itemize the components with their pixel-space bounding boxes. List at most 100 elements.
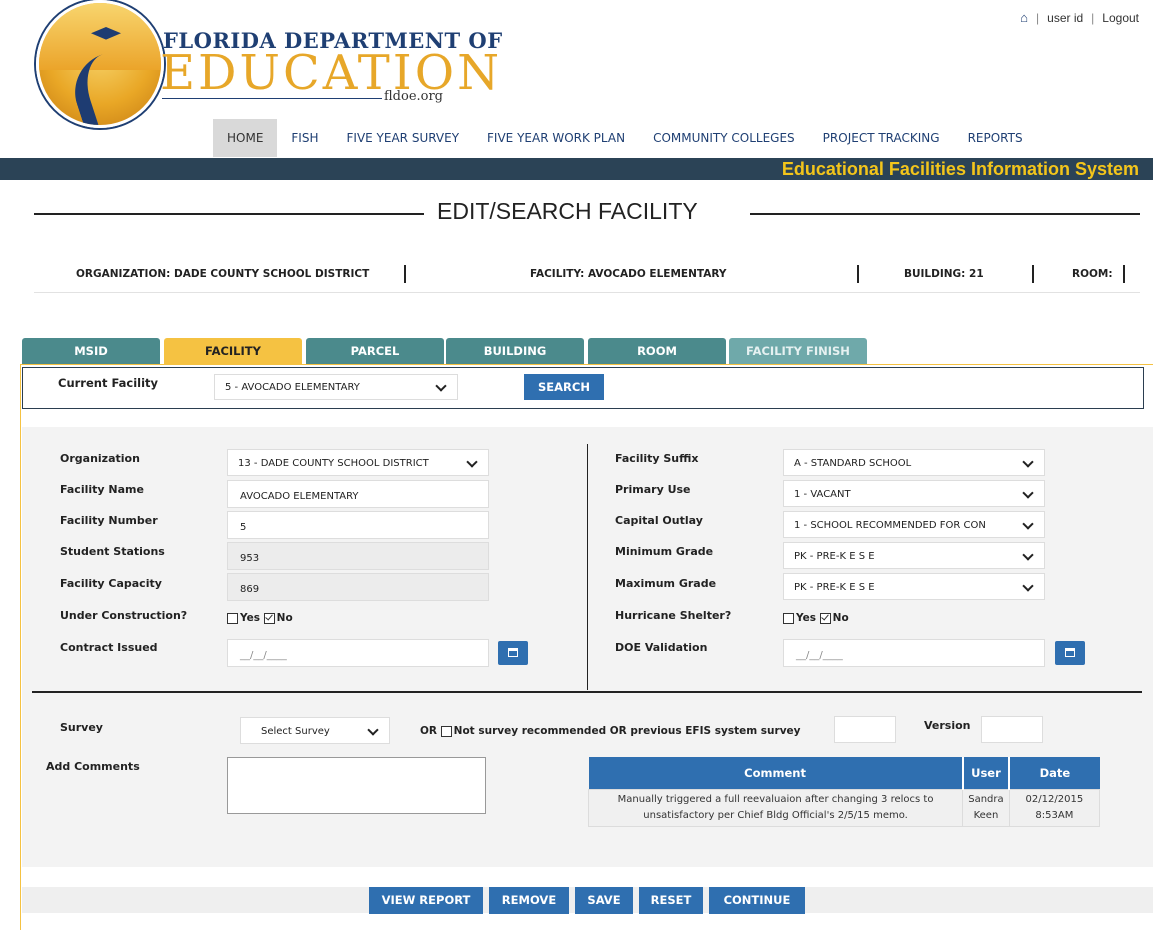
hurricane-shelter-label: Hurricane Shelter?	[615, 609, 732, 622]
chevron-down-icon	[1022, 455, 1034, 468]
save-button[interactable]: SAVE	[575, 887, 633, 914]
chevron-down-icon	[1022, 486, 1034, 499]
calendar-icon[interactable]	[498, 641, 528, 665]
under-construction-yes-checkbox[interactable]	[227, 612, 238, 624]
capital-outlay-label: Capital Outlay	[615, 514, 703, 527]
current-facility-select[interactable]: 5 - AVOCADO ELEMENTARY	[214, 374, 458, 400]
form-section-rule	[32, 691, 1142, 693]
minimum-grade-label: Minimum Grade	[615, 545, 714, 558]
nav-community-colleges[interactable]: COMMUNITY COLLEGES	[639, 119, 809, 157]
doe-validation-input[interactable]: __/__/____	[783, 639, 1045, 667]
facility-suffix-label: Facility Suffix	[615, 452, 699, 465]
survey-select[interactable]: Select Survey	[240, 717, 390, 744]
brand-url: fldoe.org	[384, 89, 444, 104]
main-nav: HOME FISH FIVE YEAR SURVEY FIVE YEAR WOR…	[213, 119, 1037, 157]
title-rule-right	[750, 213, 1140, 215]
yes-label: Yes	[240, 612, 261, 624]
chevron-down-icon	[1022, 579, 1034, 592]
version-input[interactable]	[981, 716, 1043, 743]
user-cell: Sandra Keen	[962, 789, 1010, 827]
nav-five-year-survey[interactable]: FIVE YEAR SURVEY	[333, 119, 474, 157]
comment-cell: Manually triggered a full reevaluaion af…	[587, 789, 964, 827]
student-stations-field: 953	[227, 542, 489, 570]
not-recommended-label: Not survey recommended OR previous EFIS …	[453, 725, 801, 737]
version-label: Version	[924, 719, 971, 732]
content-left-border	[20, 364, 21, 930]
under-construction-label: Under Construction?	[60, 609, 188, 622]
view-report-button[interactable]: VIEW REPORT	[369, 887, 483, 914]
chevron-down-icon	[466, 455, 478, 468]
facility-name-input[interactable]: AVOCADO ELEMENTARY	[227, 480, 489, 508]
nav-five-year-work-plan[interactable]: FIVE YEAR WORK PLAN	[473, 119, 639, 157]
context-facility: FACILITY: AVOCADO ELEMENTARY	[530, 268, 727, 280]
no-label: No	[276, 612, 293, 624]
facility-suffix-select[interactable]: A - STANDARD SCHOOL	[783, 449, 1045, 476]
maximum-grade-label: Maximum Grade	[615, 577, 717, 590]
tab-facility[interactable]: FACILITY	[164, 338, 302, 364]
facility-name-label: Facility Name	[60, 483, 144, 496]
context-divider	[857, 265, 859, 283]
home-icon[interactable]: ⌂	[1020, 10, 1028, 25]
hurricane-yes-checkbox[interactable]	[783, 612, 794, 624]
title-rule-left	[34, 213, 424, 215]
user-id-link[interactable]: user id	[1047, 11, 1083, 25]
comments-table: Comment User Date Manually triggered a f…	[587, 757, 1101, 827]
facility-number-input[interactable]: 5	[227, 511, 489, 539]
calendar-icon[interactable]	[1055, 641, 1085, 665]
brand-education: EDUCATION	[160, 45, 503, 101]
continue-button[interactable]: CONTINUE	[709, 887, 805, 914]
facility-suffix-value: A - STANDARD SCHOOL	[794, 458, 912, 469]
doe-validation-label: DOE Validation	[615, 641, 708, 654]
comment-column-header: Comment	[588, 757, 964, 790]
yes-label: Yes	[796, 612, 817, 624]
page-title: EDIT/SEARCH FACILITY	[437, 198, 698, 224]
chevron-down-icon	[367, 723, 379, 736]
date-cell: 02/12/2015 8:53AM	[1008, 789, 1101, 827]
contract-issued-input[interactable]: __/__/____	[227, 639, 489, 667]
facility-capacity-label: Facility Capacity	[60, 577, 162, 590]
not-recommended-checkbox[interactable]	[440, 725, 452, 737]
chevron-down-icon	[1022, 548, 1034, 561]
add-comments-textarea[interactable]	[227, 757, 486, 814]
separator: |	[1036, 10, 1040, 25]
nav-home[interactable]: HOME	[213, 119, 278, 157]
organization-value: 13 - DADE COUNTY SCHOOL DISTRICT	[238, 458, 429, 469]
table-row: Manually triggered a full reevaluaion af…	[587, 789, 1101, 827]
capital-outlay-select[interactable]: 1 - SCHOOL RECOMMENDED FOR CON	[783, 511, 1045, 538]
nav-project-tracking[interactable]: PROJECT TRACKING	[809, 119, 954, 157]
top-links: ⌂ | user id | Logout	[1020, 10, 1139, 25]
system-banner: Educational Facilities Information Syste…	[0, 158, 1153, 180]
nav-reports[interactable]: REPORTS	[954, 119, 1037, 157]
remove-button[interactable]: REMOVE	[489, 887, 569, 914]
maximum-grade-select[interactable]: PK - PRE-K E S E	[783, 573, 1045, 600]
context-building: BUILDING: 21	[904, 268, 984, 280]
primary-use-label: Primary Use	[615, 483, 691, 496]
reset-button[interactable]: RESET	[639, 887, 703, 914]
date-column-header: Date	[1009, 757, 1100, 790]
current-facility-label: Current Facility	[58, 376, 159, 390]
search-button[interactable]: SEARCH	[524, 374, 604, 400]
under-construction-no-checkbox[interactable]	[263, 612, 275, 624]
survey-select-value: Select Survey	[261, 726, 330, 737]
tab-parcel[interactable]: PARCEL	[306, 338, 444, 364]
previous-survey-input[interactable]	[834, 716, 896, 743]
separator: |	[1091, 10, 1095, 25]
tab-building[interactable]: BUILDING	[446, 338, 584, 364]
fldoe-logo[interactable]	[36, 0, 164, 128]
form-column-divider	[587, 444, 588, 690]
logout-link[interactable]: Logout	[1102, 11, 1139, 25]
primary-use-select[interactable]: 1 - VACANT	[783, 480, 1045, 507]
hurricane-no-checkbox[interactable]	[819, 612, 831, 624]
tab-msid[interactable]: MSID	[22, 338, 160, 364]
current-facility-value: 5 - AVOCADO ELEMENTARY	[225, 382, 360, 393]
nav-fish[interactable]: FISH	[277, 119, 332, 157]
banner-text: Educational Facilities Information Syste…	[781, 159, 1139, 179]
tab-room[interactable]: ROOM	[588, 338, 726, 364]
organization-select[interactable]: 13 - DADE COUNTY SCHOOL DISTRICT	[227, 449, 489, 476]
hurricane-shelter-options: Yes No	[783, 612, 849, 624]
chevron-down-icon	[435, 380, 447, 392]
context-divider	[1032, 265, 1034, 283]
minimum-grade-select[interactable]: PK - PRE-K E S E	[783, 542, 1045, 569]
or-label: OR	[420, 725, 438, 737]
tab-facility-finish[interactable]: FACILITY FINISH	[729, 338, 867, 364]
